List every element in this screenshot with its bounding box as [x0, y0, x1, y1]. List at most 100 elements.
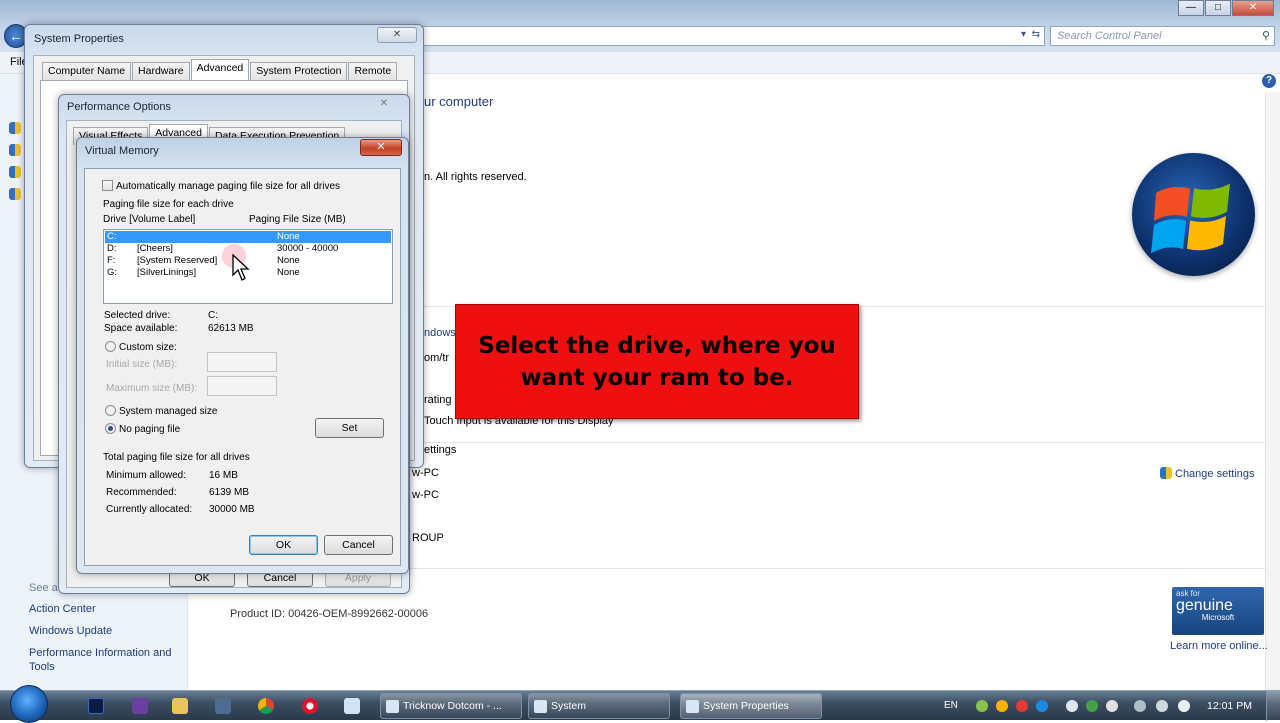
- address-bar[interactable]: ▾ ⇆: [400, 26, 1045, 46]
- tray-app-icon[interactable]: [996, 700, 1008, 712]
- minimum-allowed-label: Minimum allowed:: [106, 470, 187, 481]
- genuine-microsoft: Microsoft: [1201, 613, 1235, 622]
- no-paging-radio[interactable]: [105, 423, 116, 434]
- tray-app-icon[interactable]: [1016, 700, 1028, 712]
- see-also-heading: See al: [29, 582, 61, 594]
- drive-letter: C:: [107, 231, 117, 242]
- drive-label: [System Reserved]: [137, 255, 218, 266]
- drive-size: None: [277, 267, 300, 278]
- tab-advanced[interactable]: Advanced: [190, 59, 250, 80]
- mouse-cursor-icon: [232, 254, 250, 281]
- start-button[interactable]: [10, 685, 48, 723]
- paging-section-label: Paging file size for each drive: [103, 199, 234, 210]
- action-center-flag-icon[interactable]: [1106, 700, 1118, 712]
- search-input[interactable]: Search Control Panel ⚲: [1050, 26, 1275, 46]
- maximize-button[interactable]: □: [1205, 0, 1231, 16]
- change-settings-label: Change settings: [1175, 468, 1255, 480]
- selected-drive-value: C:: [208, 310, 218, 321]
- custom-size-radio[interactable]: [105, 341, 116, 352]
- chrome-icon[interactable]: [258, 698, 274, 714]
- processor-text: om/tr: [424, 352, 450, 364]
- tab-system-protection[interactable]: System Protection: [250, 62, 348, 80]
- shield-icon: [9, 122, 21, 134]
- photoshop-icon[interactable]: [88, 698, 104, 714]
- recommended-label: Recommended:: [106, 487, 177, 498]
- drive-size: None: [277, 231, 300, 242]
- tab-hardware[interactable]: Hardware: [132, 62, 190, 80]
- tab-computer-name[interactable]: Computer Name: [42, 62, 132, 80]
- app-icon[interactable]: [132, 698, 148, 714]
- genuine-microsoft-badge[interactable]: ask for genuine Microsoft: [1172, 587, 1264, 635]
- folder-icon[interactable]: [172, 698, 188, 714]
- change-settings-link[interactable]: Change settings: [1160, 467, 1255, 480]
- list-item[interactable]: C: None: [105, 231, 391, 243]
- search-placeholder: Search Control Panel: [1057, 30, 1162, 42]
- product-id: Product ID: 00426-OEM-8992662-00006: [230, 608, 429, 620]
- drive-size: None: [277, 255, 300, 266]
- battery-icon[interactable]: [1156, 700, 1168, 712]
- selected-drive-label: Selected drive:: [104, 310, 171, 321]
- section-divider: [410, 568, 1265, 569]
- address-dropdown-icon[interactable]: ▾ ⇆: [1021, 29, 1040, 40]
- taskbar-item-browser[interactable]: Tricknow Dotcom - ...: [380, 693, 522, 719]
- genuine-title: genuine: [1176, 597, 1233, 614]
- learn-more-link[interactable]: Learn more online...: [1170, 640, 1268, 652]
- minimize-button[interactable]: —: [1178, 0, 1204, 16]
- space-available-label: Space available:: [104, 323, 178, 334]
- network-icon[interactable]: [1134, 700, 1146, 712]
- help-icon[interactable]: ?: [1262, 74, 1276, 88]
- column-header-drive: Drive [Volume Label]: [103, 214, 196, 225]
- totals-label: Total paging file size for all drives: [103, 452, 250, 463]
- taskbar-item-system-properties[interactable]: System Properties: [680, 693, 822, 719]
- custom-size-label: Custom size:: [119, 342, 177, 353]
- annotation-callout: Select the drive, where you want your ra…: [455, 304, 859, 419]
- dialog-title: Virtual Memory: [85, 145, 159, 157]
- ok-button[interactable]: OK: [249, 535, 318, 555]
- show-desktop-button[interactable]: [1266, 691, 1280, 721]
- cancel-button[interactable]: Cancel: [324, 535, 393, 555]
- tab-remote[interactable]: Remote: [348, 62, 398, 80]
- shield-icon: [1160, 467, 1172, 479]
- opera-icon[interactable]: [302, 698, 318, 714]
- computer-settings-heading: ettings: [424, 444, 457, 456]
- sidebar-link-performance-info[interactable]: Performance Information and Tools: [29, 646, 184, 674]
- tray-app-icon[interactable]: [1086, 700, 1098, 712]
- initial-size-input[interactable]: [207, 352, 277, 372]
- virtual-memory-dialog: Virtual Memory ✕ Automatically manage pa…: [76, 137, 409, 574]
- search-icon[interactable]: ⚲: [1262, 29, 1270, 42]
- clock[interactable]: 12:01 PM: [1207, 700, 1252, 712]
- volume-icon[interactable]: [1178, 700, 1190, 712]
- computer-name-text: w-PC: [412, 467, 439, 479]
- notepad-icon[interactable]: [344, 698, 360, 714]
- section-divider: [410, 442, 1265, 443]
- tray-app-icon[interactable]: [1036, 700, 1048, 712]
- space-available-value: 62613 MB: [208, 323, 254, 334]
- system-managed-label: System managed size: [119, 406, 218, 417]
- auto-manage-checkbox[interactable]: [102, 180, 113, 191]
- language-indicator[interactable]: EN: [944, 700, 958, 711]
- close-button[interactable]: ✕: [1232, 0, 1274, 16]
- media-icon[interactable]: [215, 698, 231, 714]
- maximum-size-input[interactable]: [207, 376, 277, 396]
- tab-strip: Computer Name Hardware Advanced System P…: [42, 59, 398, 80]
- drive-label: [SilverLinings]: [137, 267, 197, 278]
- sidebar-link-windows-update[interactable]: Windows Update: [29, 625, 112, 637]
- scrollbar[interactable]: [1265, 92, 1280, 690]
- genuine-ask: ask for: [1176, 589, 1201, 598]
- close-button[interactable]: ✕: [375, 98, 393, 112]
- dialog-title: Performance Options: [67, 101, 171, 113]
- taskbar: Tricknow Dotcom - ... System System Prop…: [0, 685, 1280, 723]
- set-button[interactable]: Set: [315, 418, 384, 438]
- currently-allocated-label: Currently allocated:: [106, 504, 193, 515]
- currently-allocated-value: 30000 MB: [209, 504, 255, 515]
- drive-size: 30000 - 40000: [277, 243, 339, 254]
- sidebar-link-action-center[interactable]: Action Center: [29, 603, 96, 615]
- notification-bell-icon[interactable]: [1066, 700, 1078, 712]
- workgroup-text: ROUP: [412, 532, 444, 544]
- close-button[interactable]: ✕: [360, 139, 402, 156]
- system-managed-radio[interactable]: [105, 405, 116, 416]
- tray-app-icon[interactable]: [976, 700, 988, 712]
- shield-icon: [9, 144, 21, 156]
- close-button[interactable]: ✕: [377, 27, 417, 43]
- taskbar-item-system[interactable]: System: [528, 693, 670, 719]
